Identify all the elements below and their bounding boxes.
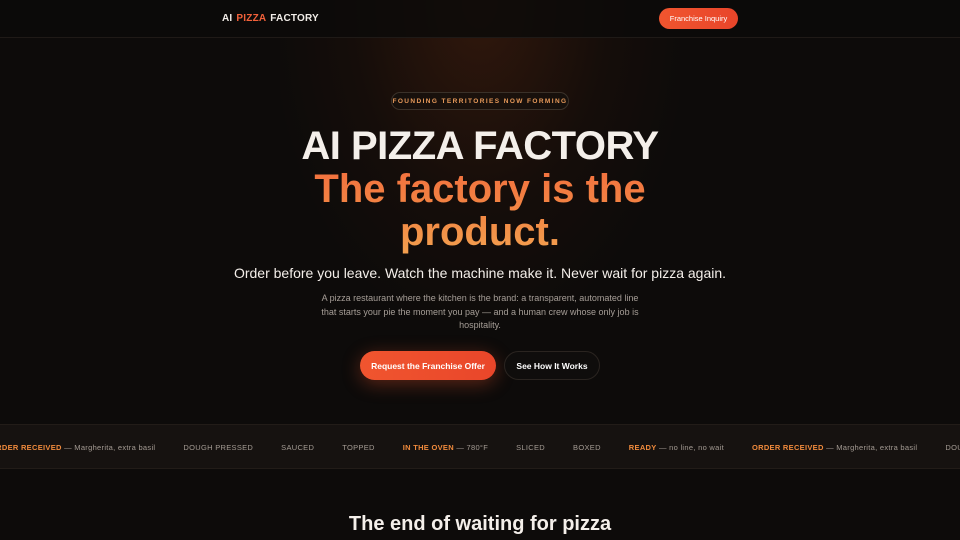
ticker-item-status: IN THE OVEN: [402, 443, 454, 452]
hero-description: A pizza restaurant where the kitchen is …: [321, 293, 639, 330]
see-how-it-works-button[interactable]: See How It Works: [504, 351, 600, 380]
ticker-item-detail: DOUGH PRESSED: [945, 443, 960, 452]
logo-text-ai: AI: [222, 13, 233, 24]
founding-territories-badge: FOUNDING TERRITORIES NOW FORMING: [391, 92, 569, 110]
logo-text-pizza: PIZZA: [236, 13, 267, 24]
ticker-item-detail: DOUGH PRESSED: [183, 443, 254, 452]
ticker-item: TOPPED: [342, 443, 375, 452]
ticker-item-detail: — no line, no wait: [656, 443, 724, 452]
ticker-track: ORDER RECEIVED — Margherita, extra basil…: [0, 425, 960, 468]
ticker-item-detail: SAUCED: [281, 443, 315, 452]
ticker-item: DOUGH PRESSED: [945, 443, 960, 452]
section-title: The end of waiting for pizza: [348, 513, 612, 535]
ticker-item-status: ORDER RECEIVED: [0, 443, 62, 452]
hero-title: AI PIZZA FACTORY: [301, 124, 659, 168]
ticker-item-detail: SLICED: [516, 443, 546, 452]
logo[interactable]: AI PIZZA FACTORY: [222, 13, 319, 24]
ticker-item: ORDER RECEIVED — Margherita, extra basil: [0, 443, 155, 452]
ticker-item-detail: — 780°F: [453, 443, 489, 452]
ticker-item: SLICED: [516, 443, 545, 452]
hero-subtitle-line-2: product.: [400, 210, 560, 254]
ticker-item-status: READY: [628, 443, 657, 452]
franchise-inquiry-button[interactable]: Franchise Inquiry: [659, 8, 738, 29]
ticker-item-detail: — Margherita, extra basil: [823, 443, 918, 452]
ticker-item: SAUCED: [281, 443, 314, 452]
ticker-item: READY — no line, no wait: [629, 443, 724, 452]
ticker-item: IN THE OVEN — 780°F: [403, 443, 488, 452]
ticker-item-detail: BOXED: [573, 443, 601, 452]
ticker-item-status: ORDER RECEIVED: [751, 443, 824, 452]
request-franchise-offer-button[interactable]: Request the Franchise Offer: [360, 351, 496, 380]
ticker-item-detail: TOPPED: [342, 443, 375, 452]
status-ticker: ORDER RECEIVED — Margherita, extra basil…: [0, 424, 960, 469]
hero-subtitle-line-1: The factory is the: [314, 167, 646, 211]
logo-text-factory: FACTORY: [270, 13, 319, 24]
ticker-item: ORDER RECEIVED — Margherita, extra basil: [752, 443, 917, 452]
top-nav: AI PIZZA FACTORY Franchise Inquiry: [0, 0, 960, 38]
ticker-item: BOXED: [573, 443, 601, 452]
hero-subtitle: The factory is the product.: [280, 168, 680, 254]
hero-tagline: Order before you leave. Watch the machin…: [233, 265, 727, 281]
ticker-item: DOUGH PRESSED: [183, 443, 253, 452]
ticker-item-detail: — Margherita, extra basil: [61, 443, 156, 452]
